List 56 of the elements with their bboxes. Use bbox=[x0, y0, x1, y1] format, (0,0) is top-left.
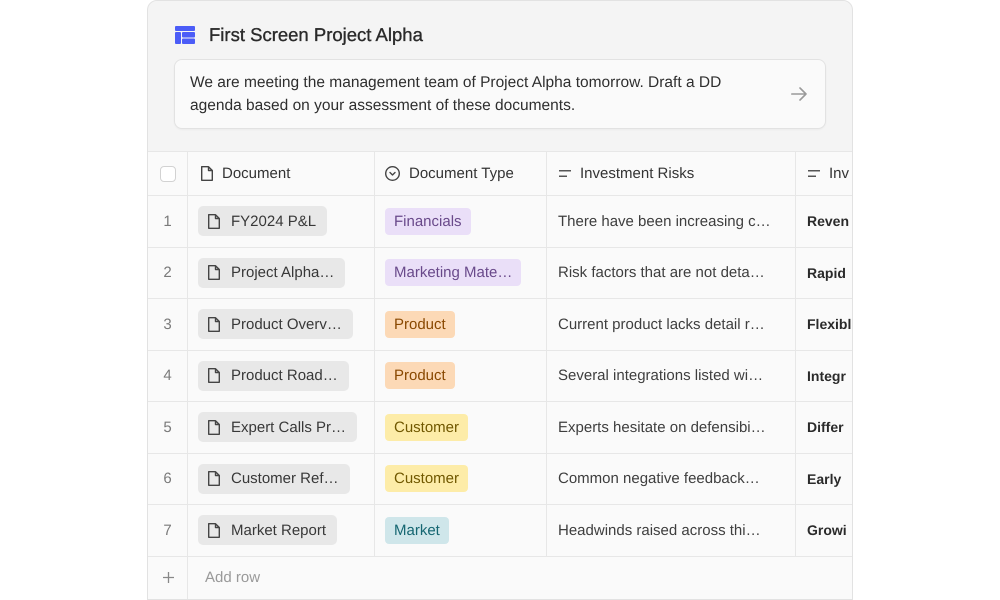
plus-icon bbox=[163, 572, 174, 584]
document-icon bbox=[208, 522, 220, 538]
table-cell: Flexibl bbox=[796, 299, 852, 350]
row-number: 1 bbox=[148, 196, 188, 248]
category-tag: Marketing Mate… bbox=[385, 259, 522, 286]
table-cell: Rapid bbox=[796, 248, 852, 299]
category-tag: Market bbox=[385, 516, 449, 544]
page-title: First Screen Project Alpha bbox=[209, 23, 423, 47]
table-cell: Several integrations listed wi… bbox=[547, 350, 796, 402]
row-number: 3 bbox=[148, 299, 188, 350]
table-cell: Differ bbox=[796, 402, 852, 454]
table-cell: Reven bbox=[796, 196, 852, 248]
table-cell: Experts hesitate on defensibi… bbox=[547, 402, 796, 454]
column-header[interactable]: Investment Risks bbox=[547, 152, 796, 196]
table-cell: Integr bbox=[796, 350, 852, 402]
document-icon bbox=[208, 265, 220, 280]
column-header[interactable]: Inv bbox=[796, 152, 852, 196]
text-lines-icon bbox=[559, 170, 571, 177]
table-cell: Current product lacks detail r… bbox=[547, 299, 796, 350]
file-chip[interactable]: Project Alpha… bbox=[198, 258, 346, 288]
file-chip[interactable]: Expert Calls Pr… bbox=[198, 412, 358, 442]
prompt-field[interactable]: We are meeting the management team of Project Alpha tomorrow. Draft a DD agenda based on your assessment of these documents. bbox=[174, 59, 826, 129]
document-icon bbox=[208, 214, 220, 229]
document-icon bbox=[208, 368, 220, 384]
table-icon bbox=[175, 26, 195, 44]
dropdown-circle-icon bbox=[385, 166, 400, 181]
category-tag: Product bbox=[385, 362, 455, 390]
arrow-right-icon[interactable] bbox=[791, 87, 807, 101]
table-cell: Headwinds raised across thi… bbox=[547, 505, 796, 556]
table-cell: There have been increasing c… bbox=[547, 196, 796, 248]
file-chip[interactable]: Market Report bbox=[198, 515, 338, 546]
row-number: 7 bbox=[148, 505, 188, 556]
table-cell: Common negative feedback… bbox=[547, 454, 796, 505]
checkbox[interactable] bbox=[160, 166, 176, 182]
column-header[interactable]: Document Type bbox=[375, 152, 547, 196]
document-icon bbox=[208, 471, 220, 486]
document-icon bbox=[201, 166, 213, 181]
column-header[interactable]: Document bbox=[188, 152, 375, 196]
file-chip[interactable]: Product Road… bbox=[198, 360, 349, 391]
document-icon bbox=[208, 316, 220, 332]
category-tag: Financials bbox=[385, 208, 471, 235]
file-chip[interactable]: Product Overv… bbox=[198, 309, 353, 340]
row-number: 2 bbox=[148, 248, 188, 299]
category-tag: Customer bbox=[385, 414, 468, 441]
row-number: 4 bbox=[148, 350, 188, 402]
text-lines-icon bbox=[808, 170, 820, 177]
file-chip[interactable]: Customer Ref… bbox=[198, 464, 350, 494]
table-cell: Growi bbox=[796, 505, 852, 556]
row-number: 5 bbox=[148, 402, 188, 454]
row-number: 6 bbox=[148, 454, 188, 505]
file-chip[interactable]: FY2024 P&L bbox=[198, 206, 328, 236]
category-tag: Product bbox=[385, 310, 455, 338]
category-tag: Customer bbox=[385, 465, 468, 492]
document-icon bbox=[208, 420, 220, 435]
table-cell: Early bbox=[796, 454, 852, 505]
table-cell: Risk factors that are not deta… bbox=[547, 248, 796, 299]
